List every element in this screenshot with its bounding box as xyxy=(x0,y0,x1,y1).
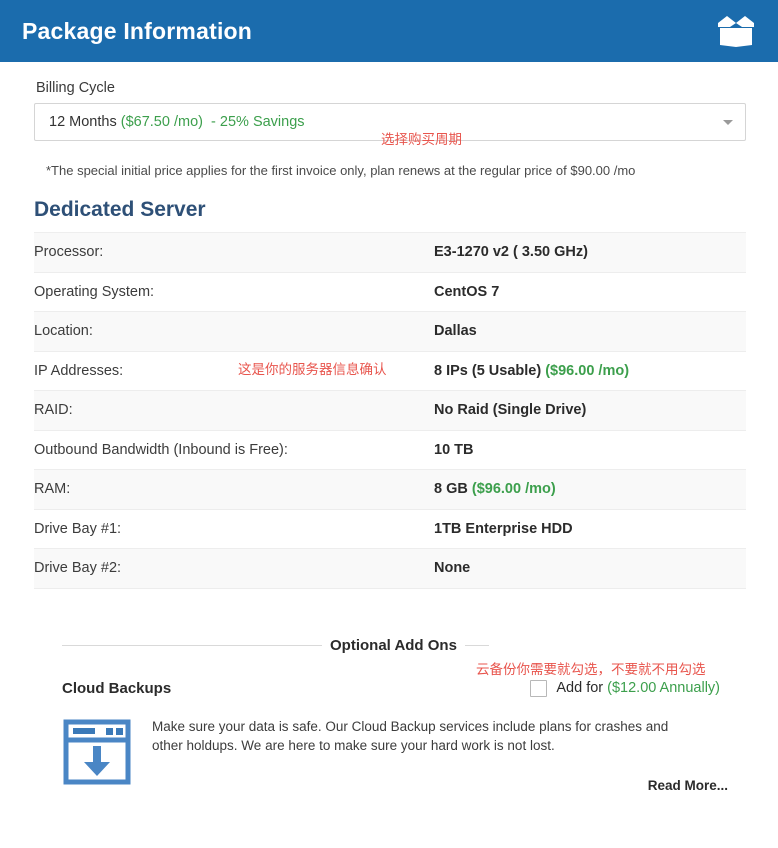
billing-cycle-selected-value: 12 Months ($67.50 /mo) - 25% Savings xyxy=(49,114,305,130)
addon-checkbox-group[interactable]: Add for ($12.00 Annually) xyxy=(530,679,720,697)
spec-key: Processor: xyxy=(34,232,434,273)
spec-key: Drive Bay #2: xyxy=(34,548,434,589)
spec-key: Drive Bay #1: xyxy=(34,509,434,549)
table-row: Outbound Bandwidth (Inbound is Free): 10… xyxy=(34,430,746,470)
spec-key: RAM: xyxy=(34,469,434,510)
table-row: IP Addresses: 8 IPs (5 Usable) ($96.00 /… xyxy=(34,351,746,391)
spec-value-text: 8 IPs (5 Usable) xyxy=(434,362,542,379)
spec-value-text: E3-1270 v2 ( 3.50 GHz) xyxy=(434,244,588,261)
addon-add-price: ($12.00 Annually) xyxy=(607,680,720,696)
spec-value-text: CentOS 7 xyxy=(434,283,500,300)
chevron-down-icon[interactable] xyxy=(723,120,733,125)
spec-value-price: ($96.00 /mo) xyxy=(471,481,556,498)
cloud-backup-download-icon xyxy=(62,717,132,787)
addon-add-label: Add for xyxy=(556,680,604,696)
billing-cycle-savings: - 25% Savings xyxy=(211,114,305,130)
spec-key: RAID: xyxy=(34,390,434,431)
table-row: RAM: 8 GB ($96.00 /mo) xyxy=(34,469,746,510)
spec-value: No Raid (Single Drive) xyxy=(434,390,746,431)
package-information-header: Package Information xyxy=(0,0,778,62)
spec-value-text: Dallas xyxy=(434,323,477,340)
spec-key: Operating System: xyxy=(34,272,434,312)
addon-name: Cloud Backups xyxy=(62,679,172,697)
spec-value: None xyxy=(434,548,746,589)
spec-value-text: No Raid (Single Drive) xyxy=(434,402,587,419)
cloud-backups-row: Cloud Backups Add for ($12.00 Annually) xyxy=(34,679,750,697)
billing-cycle-term: 12 Months xyxy=(49,114,117,130)
spec-value-text: 8 GB xyxy=(434,481,468,498)
annotation-billing-cycle: 选择购买周期 xyxy=(381,132,462,148)
read-more-link[interactable]: Read More... xyxy=(152,778,750,793)
spec-value: 1TB Enterprise HDD xyxy=(434,509,746,549)
billing-cycle-price: ($67.50 /mo) xyxy=(120,114,203,130)
table-row: Operating System: CentOS 7 xyxy=(34,272,746,312)
server-spec-table: Processor: E3-1270 v2 ( 3.50 GHz) Operat… xyxy=(34,232,746,589)
spec-value: 8 GB ($96.00 /mo) xyxy=(434,469,746,510)
cloud-backups-checkbox[interactable] xyxy=(530,679,548,697)
spec-value-text: 10 TB xyxy=(434,441,474,458)
addons-divider: Optional Add Ons xyxy=(34,637,750,654)
open-box-icon xyxy=(716,14,756,48)
table-row: Processor: E3-1270 v2 ( 3.50 GHz) xyxy=(34,232,746,273)
annotation-server-info: 这是你的服务器信息确认 xyxy=(238,362,387,378)
spec-value: 10 TB xyxy=(434,430,746,470)
divider-line-right xyxy=(464,644,489,646)
annotation-cloud-backup: 云备份你需要就勾选，不要就不用勾选 xyxy=(476,662,706,678)
spec-key: Outbound Bandwidth (Inbound is Free): xyxy=(34,430,434,470)
table-row: Location: Dallas xyxy=(34,311,746,352)
billing-disclaimer: *The special initial price applies for t… xyxy=(46,163,636,178)
spec-value-text: None xyxy=(434,560,471,577)
table-row: RAID: No Raid (Single Drive) xyxy=(34,390,746,431)
spec-value-text: 1TB Enterprise HDD xyxy=(434,520,573,537)
page-title: Package Information xyxy=(22,17,253,44)
spec-value: 8 IPs (5 Usable) ($96.00 /mo) xyxy=(434,351,746,391)
table-row: Drive Bay #2: None xyxy=(34,548,746,589)
billing-cycle-label: Billing Cycle xyxy=(36,80,115,96)
addon-description: Make sure your data is safe. Our Cloud B… xyxy=(152,718,669,754)
server-spec-table-body: Processor: E3-1270 v2 ( 3.50 GHz) Operat… xyxy=(34,232,746,589)
cloud-backups-detail: Make sure your data is safe. Our Cloud B… xyxy=(34,717,750,793)
addons-title: Optional Add Ons xyxy=(330,636,457,654)
addon-checkbox-label: Add for ($12.00 Annually) xyxy=(556,680,720,696)
addon-text-column: Make sure your data is safe. Our Cloud B… xyxy=(152,717,750,793)
spec-value-price: ($96.00 /mo) xyxy=(545,362,630,379)
spec-value: CentOS 7 xyxy=(434,272,746,312)
divider-line-left xyxy=(62,644,322,646)
spec-key: Location: xyxy=(34,311,434,352)
table-row: Drive Bay #1: 1TB Enterprise HDD xyxy=(34,509,746,549)
package-content: Billing Cycle 12 Months ($67.50 /mo) - 2… xyxy=(0,62,778,793)
spec-value: Dallas xyxy=(434,311,746,352)
spec-value: E3-1270 v2 ( 3.50 GHz) xyxy=(434,232,746,273)
dedicated-server-title: Dedicated Server xyxy=(34,198,206,221)
